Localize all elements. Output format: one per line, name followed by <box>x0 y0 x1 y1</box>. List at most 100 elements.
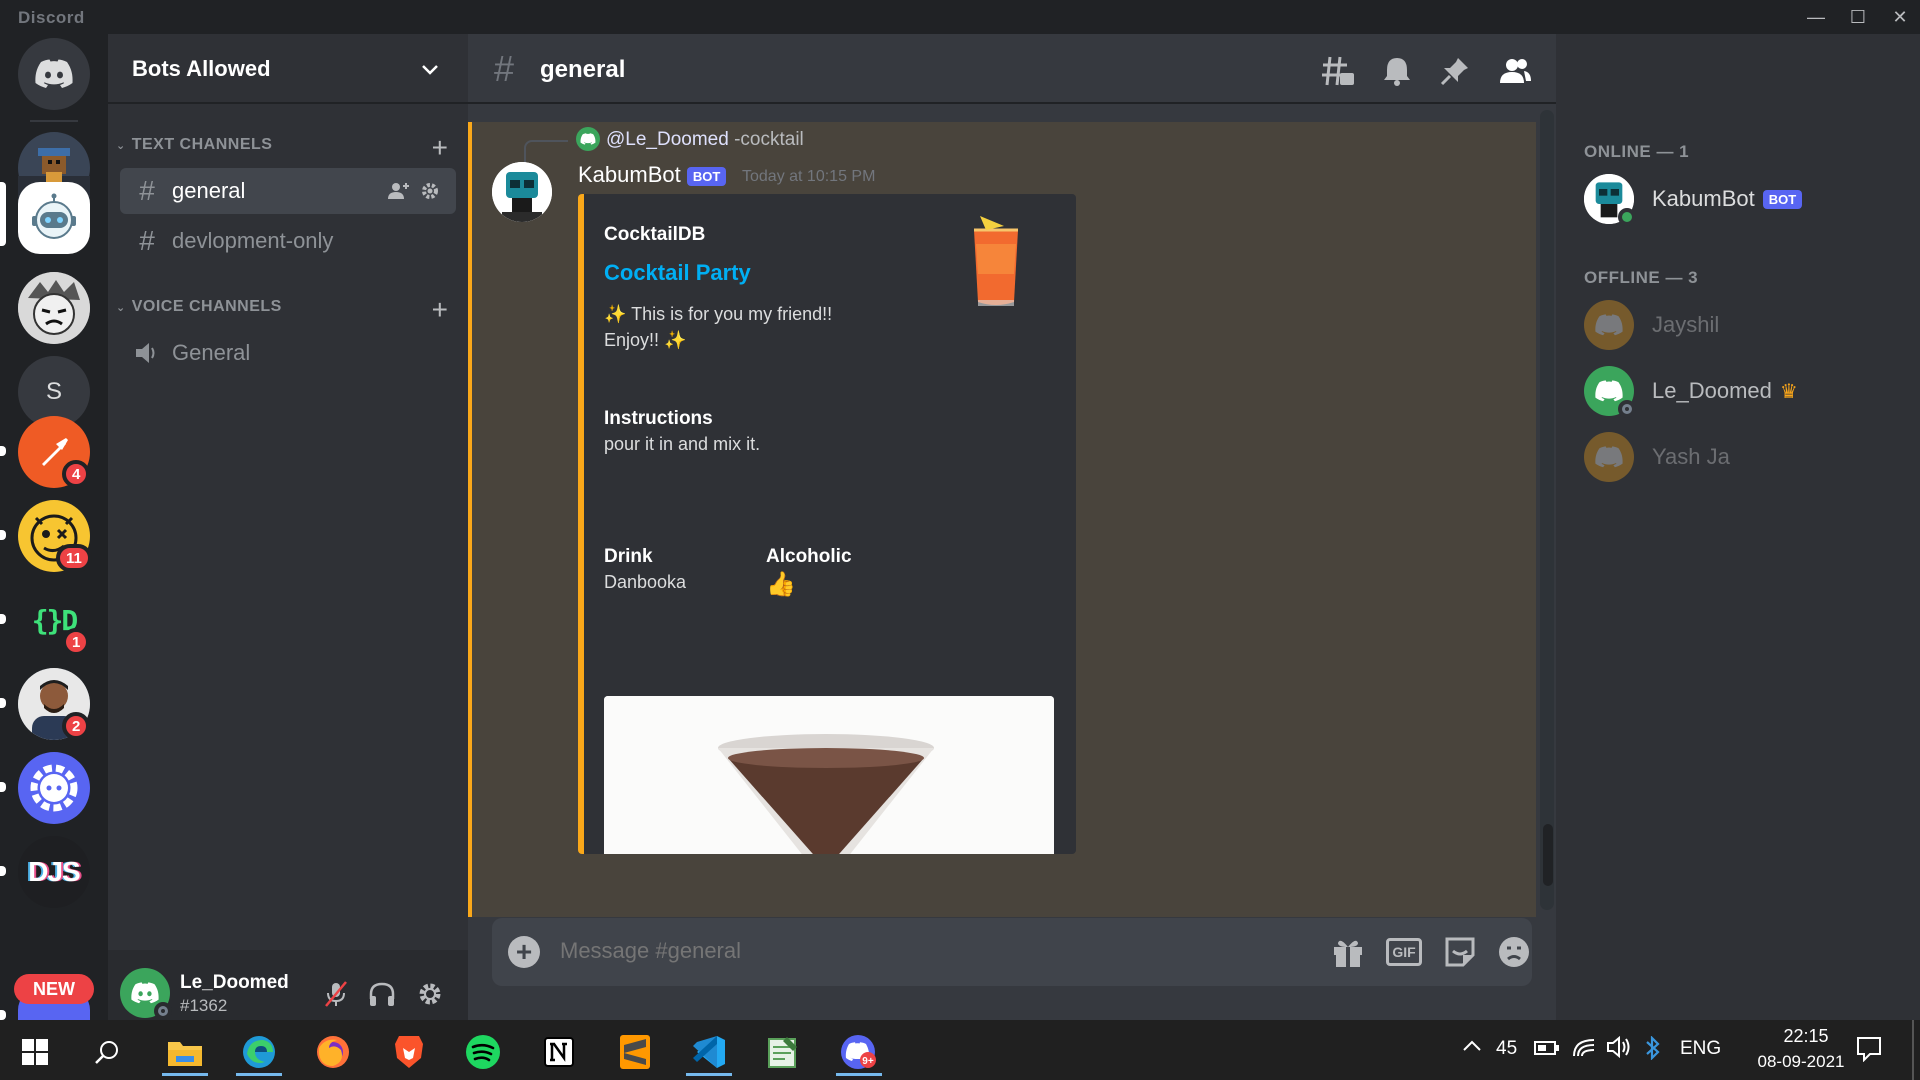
wifi-icon[interactable] <box>1572 1036 1596 1064</box>
invite-icon[interactable] <box>388 181 410 201</box>
unread-indicator <box>0 1010 6 1020</box>
bot-tag: BOT <box>1762 189 1803 209</box>
user-settings-button[interactable] <box>414 978 446 1010</box>
threads-button[interactable] <box>1320 54 1354 88</box>
unread-indicator <box>0 446 6 456</box>
member-jayshil[interactable]: Jayshil <box>1584 300 1904 350</box>
notification-center-icon[interactable] <box>1856 1036 1882 1068</box>
taskbar-discord[interactable]: 9+ <box>832 1028 886 1076</box>
server-list: S 4 11 {}D 1 2 DJS NEW <box>0 34 108 1020</box>
channel-general[interactable]: # general <box>120 168 456 214</box>
mute-button[interactable] <box>320 978 352 1010</box>
pinned-messages-button[interactable] <box>1438 54 1472 88</box>
message-embed: CocktailDB Cocktail Party ✨ This is for … <box>578 194 1076 854</box>
embed-image[interactable] <box>604 696 1054 854</box>
cocktail-thumbnail[interactable] <box>966 214 1026 310</box>
avatar[interactable] <box>120 968 172 1020</box>
taskbar-edge[interactable] <box>232 1028 286 1076</box>
reply-connector <box>524 140 568 164</box>
server-postman[interactable]: 4 <box>18 416 91 488</box>
gift-button[interactable] <box>1330 934 1366 970</box>
attach-button[interactable]: + <box>508 936 540 968</box>
bell-icon <box>1384 58 1410 86</box>
clock-time[interactable]: 22:15 <box>1756 1026 1856 1047</box>
member-yash-ja[interactable]: Yash Ja <box>1584 432 1904 482</box>
gif-button[interactable]: GIF <box>1386 938 1422 966</box>
tray-chevron-up-icon[interactable] <box>1462 1036 1482 1058</box>
server-header[interactable]: Bots Allowed <box>108 34 468 104</box>
gear-icon[interactable] <box>420 181 440 201</box>
taskbar-sublime[interactable] <box>608 1028 662 1076</box>
maximize-button[interactable]: ☐ <box>1838 4 1878 30</box>
embed-field-value: 👍 <box>766 571 796 598</box>
message-input[interactable] <box>560 938 1280 964</box>
member-le-doomed[interactable]: Le_Doomed ♛ <box>1584 366 1904 418</box>
channel-devlopment-only[interactable]: # devlopment-only <box>120 218 456 264</box>
offline-status-icon <box>1618 400 1636 418</box>
taskbar-spotify[interactable] <box>456 1028 510 1076</box>
deafen-button[interactable] <box>366 978 398 1010</box>
server-discord-bots[interactable] <box>18 752 90 824</box>
tray-number[interactable]: 45 <box>1496 1038 1517 1060</box>
unread-indicator <box>0 866 6 876</box>
add-voice-channel-button[interactable]: + <box>432 296 448 324</box>
avatar[interactable] <box>492 162 552 222</box>
category-text-channels[interactable]: ⌄ TEXT CHANNELS <box>116 136 272 154</box>
role-header-online: ONLINE — 1 <box>1584 142 1690 161</box>
volume-icon[interactable] <box>1606 1035 1632 1064</box>
avatar <box>1584 432 1634 482</box>
scrollbar-track[interactable] <box>1540 110 1554 910</box>
taskbar-notepad[interactable] <box>756 1028 810 1076</box>
voice-channel-general[interactable]: General <box>120 330 456 376</box>
spotify-icon <box>466 1035 500 1069</box>
show-desktop-button[interactable] <box>1912 1020 1914 1080</box>
embed-title[interactable]: Cocktail Party <box>604 260 751 286</box>
server-yellow-face[interactable]: 11 <box>18 500 92 572</box>
taskbar-firefox[interactable] <box>306 1028 360 1076</box>
taskbar-active-indicator <box>686 1073 732 1076</box>
reply-preview[interactable]: @Le_Doomed -cocktail <box>606 129 804 151</box>
battery-icon[interactable] <box>1534 1040 1560 1062</box>
hash-icon: # <box>139 225 155 256</box>
author-name[interactable]: KabumBot <box>578 162 681 187</box>
minimize-button[interactable]: — <box>1796 4 1836 30</box>
emoji-button[interactable] <box>1496 934 1532 970</box>
clock-date[interactable]: 08-09-2021 <box>1736 1052 1866 1072</box>
close-button[interactable]: ✕ <box>1880 4 1920 30</box>
embed-field-value: Danbooka <box>604 572 687 592</box>
home-button[interactable] <box>18 38 90 110</box>
server-manga[interactable] <box>18 272 90 344</box>
avatar <box>1584 174 1636 226</box>
add-channel-button[interactable]: + <box>432 134 448 162</box>
message-author[interactable]: KabumBot BOT <box>578 162 727 188</box>
server-person[interactable]: 2 <box>18 668 91 740</box>
server-robot[interactable] <box>18 182 90 254</box>
title-bar: Discord — ☐ ✕ <box>0 0 1920 34</box>
taskbar-brave[interactable] <box>382 1028 436 1076</box>
embed-field-name: Drink <box>604 546 653 567</box>
channel-label: devlopment-only <box>172 228 334 253</box>
search-taskbar-button[interactable] <box>80 1028 134 1076</box>
reply-avatar[interactable] <box>576 127 600 151</box>
member-list-button[interactable] <box>1498 54 1532 88</box>
language-indicator[interactable]: ENG <box>1680 1038 1721 1060</box>
server-code[interactable]: {}D 1 <box>18 584 91 656</box>
active-server-indicator <box>0 182 6 246</box>
category-label: VOICE CHANNELS <box>131 298 282 315</box>
bluetooth-icon[interactable] <box>1644 1035 1662 1066</box>
taskbar-vscode[interactable] <box>682 1028 736 1076</box>
member-kabumbot[interactable]: KabumBot BOT <box>1584 174 1904 226</box>
scrollbar-thumb[interactable] <box>1543 824 1553 886</box>
taskbar-active-indicator <box>162 1073 208 1076</box>
category-voice-channels[interactable]: ⌄ VOICE CHANNELS <box>116 298 282 316</box>
server-separator <box>30 120 78 122</box>
sticker-button[interactable] <box>1442 934 1478 970</box>
start-button[interactable] <box>8 1028 62 1076</box>
reply-mention[interactable]: @Le_Doomed <box>606 129 729 150</box>
server-djs[interactable]: DJS <box>18 836 90 908</box>
taskbar-file-explorer[interactable] <box>158 1028 212 1076</box>
taskbar-notion[interactable] <box>532 1028 586 1076</box>
edge-icon <box>243 1036 275 1068</box>
discord-logo-icon <box>1595 380 1623 402</box>
notifications-button[interactable] <box>1380 54 1414 88</box>
